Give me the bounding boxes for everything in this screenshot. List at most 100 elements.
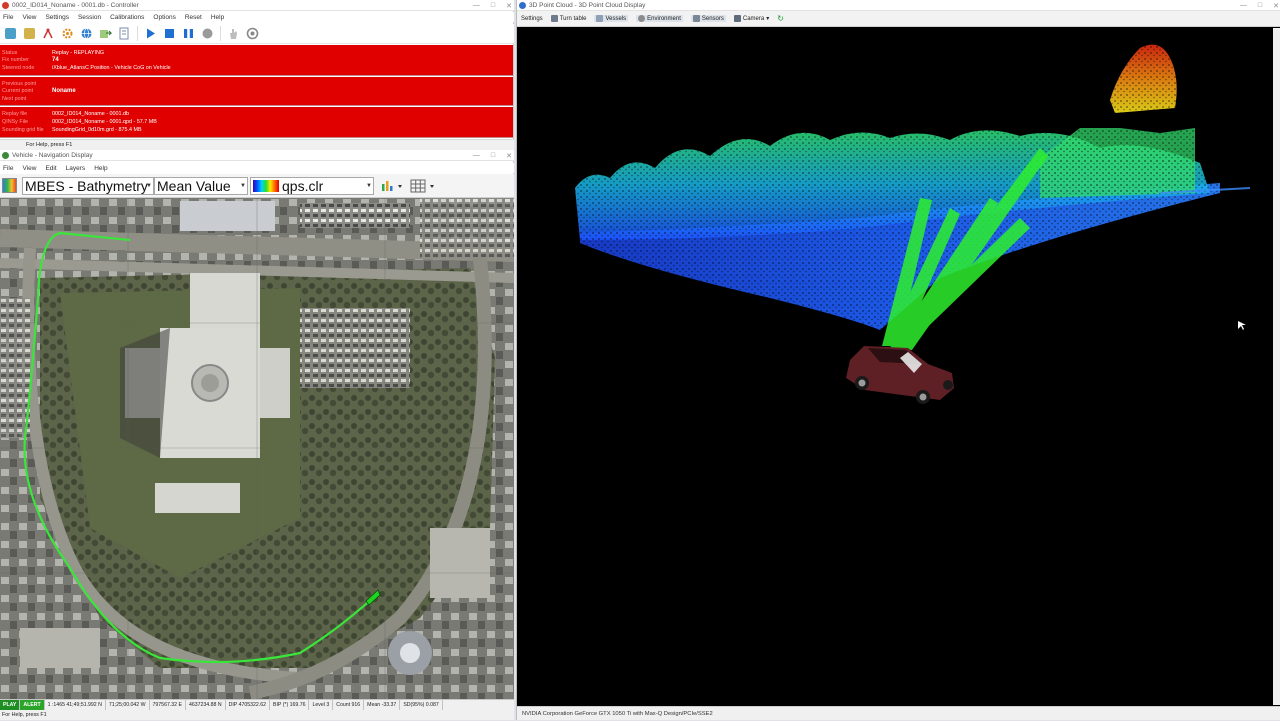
- calibration-icon[interactable]: [40, 25, 57, 42]
- nav-titlebar: Vehicle - Navigation Display — □ ✕: [0, 150, 514, 161]
- close-icon[interactable]: ✕: [1273, 2, 1279, 10]
- pointcloud-viewport[interactable]: [520, 28, 1274, 705]
- environment-button[interactable]: Environment: [636, 15, 683, 22]
- pencil-chart-icon: [382, 181, 402, 191]
- pointcloud-window: 3D Point Cloud - 3D Point Cloud Display …: [516, 0, 1280, 720]
- chevron-down-icon: ▼: [240, 183, 246, 189]
- window-buttons: — □ ✕: [473, 150, 512, 161]
- turntable-label: Turn table: [559, 15, 587, 22]
- next-point-row: Next point: [0, 95, 513, 102]
- menu-view[interactable]: View: [22, 14, 36, 21]
- row-value: 74: [52, 56, 59, 63]
- mouse-cursor-icon: [1238, 321, 1246, 330]
- status-field-easting: 797567.32 E: [150, 700, 186, 710]
- menu-calibrations[interactable]: Calibrations: [110, 14, 144, 21]
- maximize-icon[interactable]: □: [491, 152, 495, 159]
- status-field-level: Level 3: [309, 700, 334, 710]
- vessels-button[interactable]: Vessels: [594, 15, 629, 22]
- app-icon: [519, 1, 526, 9]
- toolbar-separator: [220, 26, 221, 41]
- refresh-icon: ↻: [777, 14, 784, 23]
- steered-node-row: Steered node iXblue_AtlansC Position - V…: [0, 64, 513, 71]
- play-icon[interactable]: [142, 25, 159, 42]
- close-icon[interactable]: ✕: [506, 2, 512, 10]
- minimize-icon[interactable]: —: [1240, 2, 1247, 9]
- vessels-label: Vessels: [605, 15, 627, 22]
- color-file-value: qps.clr: [282, 178, 324, 194]
- controller-toolbar: [0, 24, 514, 44]
- record-icon[interactable]: [199, 25, 216, 42]
- camera-button[interactable]: Camera ▾: [733, 15, 769, 22]
- status-field-count: Count 916: [333, 700, 365, 710]
- files-panel: Replay file 0002_ID014_Noname - 0001.db …: [0, 107, 513, 138]
- vertical-scrollbar[interactable]: [1273, 28, 1280, 705]
- row-key: Fix number: [2, 56, 29, 63]
- maximize-icon[interactable]: □: [491, 2, 495, 9]
- controller-window: 0002_ID014_Noname - 0001.db - Controller…: [0, 0, 514, 150]
- menu-help[interactable]: Help: [211, 14, 224, 21]
- turntable-button[interactable]: Turn table: [550, 15, 587, 22]
- database-icon[interactable]: [21, 25, 38, 42]
- menu-reset[interactable]: Reset: [185, 14, 202, 21]
- row-key: Replay file: [2, 110, 28, 117]
- minimize-icon[interactable]: —: [473, 152, 480, 159]
- menu-help[interactable]: Help: [94, 165, 107, 172]
- chevron-down-icon: ▼: [146, 183, 152, 189]
- pause-icon[interactable]: [180, 25, 197, 42]
- draw-tool-button[interactable]: [381, 179, 403, 193]
- export-icon[interactable]: [97, 25, 114, 42]
- color-file-select[interactable]: qps.clr ▼: [250, 177, 374, 195]
- grid-tool-button[interactable]: [410, 179, 436, 193]
- row-key: QINSy File: [2, 118, 29, 125]
- menu-settings[interactable]: Settings: [45, 14, 69, 21]
- current-point-row: Current point Noname: [0, 87, 513, 94]
- layer-color-icon[interactable]: [2, 178, 17, 193]
- menu-layers[interactable]: Layers: [66, 165, 86, 172]
- nav-menubar: File View Edit Layers Help: [0, 163, 514, 173]
- controller-menubar: File View Settings Session Calibrations …: [0, 12, 514, 22]
- close-icon[interactable]: ✕: [506, 152, 512, 160]
- chevron-down-icon: ▼: [366, 183, 372, 189]
- sensors-button[interactable]: Sensors: [690, 15, 726, 22]
- map-view[interactable]: [0, 198, 514, 699]
- refresh-button[interactable]: ↻: [777, 14, 784, 23]
- menu-file[interactable]: File: [3, 14, 13, 21]
- settings-button[interactable]: Settings: [521, 16, 543, 22]
- maximize-icon[interactable]: □: [1258, 2, 1262, 9]
- menu-edit[interactable]: Edit: [45, 165, 56, 172]
- value-select-value: Mean Value: [157, 178, 231, 194]
- settings-icon[interactable]: [59, 25, 76, 42]
- color-ramp-icon: [253, 180, 279, 192]
- camera-icon: [733, 15, 741, 22]
- menu-view[interactable]: View: [22, 165, 36, 172]
- menu-options[interactable]: Options: [153, 14, 175, 21]
- minimize-icon[interactable]: —: [473, 2, 480, 9]
- nav-title: Vehicle - Navigation Display: [12, 151, 93, 159]
- vehicle-icon[interactable]: [2, 25, 19, 42]
- pc-toolbar: Settings Turn table Vessels Environment …: [517, 11, 1280, 27]
- row-key: Next point: [2, 95, 27, 102]
- layer-select[interactable]: MBES - Bathymetry ▼: [22, 177, 154, 195]
- menu-file[interactable]: File: [3, 165, 13, 172]
- globe-icon[interactable]: [78, 25, 95, 42]
- nav-toolbar: MBES - Bathymetry ▼ Mean Value ▼ qps.clr…: [0, 174, 514, 198]
- status-field-longitude: 71;25;00.042 W: [106, 700, 150, 710]
- vessel-icon: [596, 15, 604, 22]
- stop-icon[interactable]: [161, 25, 178, 42]
- row-key: Previous point: [2, 80, 37, 87]
- hand-icon[interactable]: [225, 25, 242, 42]
- row-value: SoundingGrid_0d10m.grd - 875.4 MB: [52, 126, 142, 133]
- environment-icon: [638, 15, 646, 22]
- camera-label: Camera: [742, 15, 765, 22]
- document-icon[interactable]: [116, 25, 133, 42]
- sounding-grid-row: Sounding grid file SoundingGrid_0d10m.gr…: [0, 126, 513, 133]
- navigation-window: Vehicle - Navigation Display — □ ✕ File …: [0, 150, 514, 720]
- row-key: Status: [2, 49, 18, 56]
- value-select[interactable]: Mean Value ▼: [154, 177, 248, 195]
- row-key: Steered node: [2, 64, 35, 71]
- reset-icon[interactable]: [244, 25, 261, 42]
- window-buttons: — □ ✕: [473, 0, 512, 11]
- nav-help-text: For Help, press F1: [0, 710, 514, 720]
- row-value: 0002_ID014_Noname - 0001.db: [52, 110, 130, 117]
- menu-session[interactable]: Session: [78, 14, 101, 21]
